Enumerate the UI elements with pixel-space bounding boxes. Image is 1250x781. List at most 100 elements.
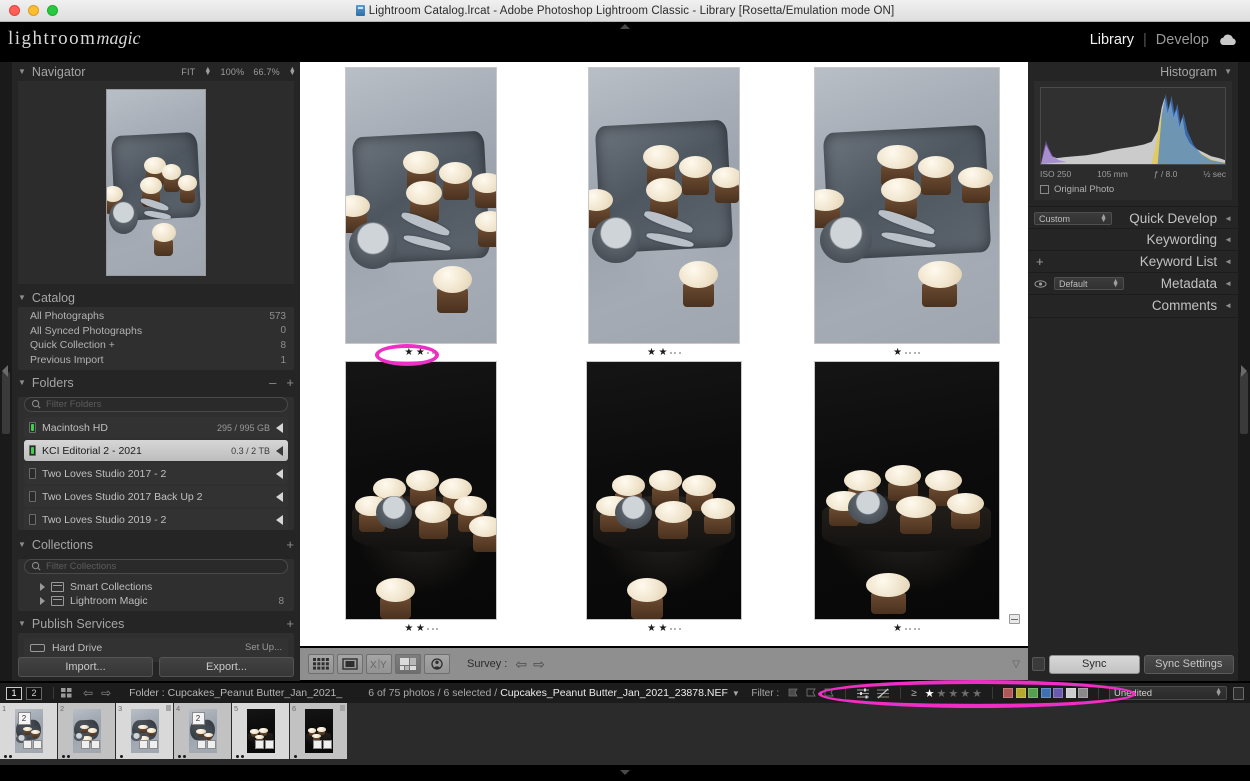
filmstrip[interactable]: 1 2 2 3 4 2 5 6 — [0, 703, 1250, 765]
sort-descending-icon[interactable] — [876, 688, 890, 699]
star-3-icon[interactable]: ★ — [948, 687, 958, 700]
add-collection-button[interactable]: + — [286, 537, 294, 552]
folder-expand-icon[interactable] — [276, 422, 283, 433]
folder-row-macintosh-hd[interactable]: Macintosh HD 295 / 995 GB — [24, 417, 288, 439]
filmstrip-thumbnail[interactable] — [72, 709, 101, 753]
bottom-panel-toggle[interactable] — [620, 770, 630, 775]
module-library[interactable]: Library — [1090, 32, 1134, 48]
import-button[interactable]: Import... — [18, 657, 153, 677]
color-label-filters[interactable] — [1003, 688, 1088, 698]
rating-filter-stars[interactable]: ★ ★ ★ ★ ★ — [925, 687, 982, 700]
navigator-preview[interactable] — [18, 81, 294, 284]
left-panel-collapse-icon[interactable] — [2, 365, 8, 377]
rating-stars[interactable]: ★ — [893, 624, 921, 634]
chevron-down-icon[interactable]: ▼ — [18, 540, 26, 549]
people-view-icon[interactable] — [424, 654, 450, 674]
folder-expand-icon[interactable] — [276, 514, 283, 525]
module-picker[interactable]: Library | Develop — [1090, 32, 1238, 48]
chevron-down-icon[interactable]: ▼ — [18, 293, 26, 302]
filmstrip-badges[interactable] — [22, 740, 42, 749]
folder-row-two-loves-2017-backup[interactable]: Two Loves Studio 2017 Back Up 2 — [24, 486, 288, 508]
color-label-blue[interactable] — [1040, 688, 1051, 698]
zoom-custom[interactable]: 66.7% — [253, 67, 280, 77]
color-label-green[interactable] — [1028, 688, 1038, 698]
thumbnail-image[interactable] — [345, 361, 498, 620]
filmstrip-badges[interactable] — [312, 740, 332, 749]
add-folder-button[interactable]: + — [286, 375, 294, 390]
thumbnail-image[interactable] — [813, 67, 1000, 344]
color-label-purple[interactable] — [1053, 688, 1063, 698]
filmstrip-thumbnail[interactable] — [130, 709, 159, 753]
sync-switch-icon[interactable] — [1032, 657, 1045, 671]
grid-cell[interactable]: ★ — [785, 358, 1028, 646]
filmstrip-badges[interactable] — [138, 740, 158, 749]
toolbar-options-icon[interactable]: ▽ — [1012, 659, 1020, 670]
keywording-header[interactable]: Keywording ◄ — [1028, 228, 1238, 250]
quick-develop-header[interactable]: Custom ▲ ▼ Quick Develop ◄ — [1028, 206, 1238, 228]
flag-unflagged-icon[interactable] — [805, 687, 817, 699]
filmstrip-thumbnail[interactable] — [304, 709, 333, 753]
stepper-icon[interactable]: ▲ ▼ — [1100, 213, 1107, 224]
filmstrip-badges[interactable] — [196, 740, 216, 749]
module-develop[interactable]: Develop — [1156, 32, 1209, 48]
left-panel-scrollbar[interactable] — [2, 372, 10, 434]
rating-stars[interactable]: ★ ★ — [404, 624, 439, 634]
filmstrip-item[interactable]: 4 2 — [174, 703, 231, 759]
chevron-left-icon[interactable]: ◄ — [1224, 301, 1232, 310]
quick-develop-preset-select[interactable]: Custom ▲ ▼ — [1034, 212, 1112, 225]
add-publish-service-button[interactable]: + — [286, 616, 294, 631]
remove-folder-button[interactable]: – — [269, 375, 286, 390]
publish-services-header[interactable]: ▼ Publish Services + — [12, 614, 300, 634]
stack-count-badge[interactable]: 2 — [191, 712, 205, 725]
thumbnail-image[interactable] — [585, 361, 742, 620]
zoom-fit[interactable]: FIT — [181, 67, 195, 77]
grid-icon[interactable] — [61, 687, 73, 699]
cloud-sync-icon[interactable] — [1218, 33, 1238, 47]
filmstrip-thumbnail[interactable]: 2 — [188, 709, 217, 753]
chevron-right-icon[interactable] — [40, 597, 45, 606]
export-button[interactable]: Export... — [159, 657, 294, 677]
loupe-view-icon[interactable] — [337, 654, 363, 674]
filmstrip-thumbnail[interactable] — [246, 709, 275, 753]
histogram-header[interactable]: Histogram ▼ — [1028, 62, 1238, 81]
rating-stars[interactable]: ★ ★ — [647, 348, 681, 358]
collection-row-lightroom-magic[interactable]: Lightroom Magic 8 — [18, 595, 294, 611]
catalog-header[interactable]: ▼ Catalog — [12, 288, 300, 307]
chevron-down-icon[interactable]: ▼ — [1224, 67, 1232, 76]
filmstrip-item[interactable]: 5 — [232, 703, 289, 759]
crop-badge-icon[interactable] — [1009, 614, 1020, 624]
top-panel-toggle[interactable] — [620, 24, 630, 29]
page-1-button[interactable]: 1 — [6, 686, 22, 700]
chevron-down-icon[interactable]: ▼ — [732, 689, 740, 698]
filter-preset-select[interactable]: Unedited ▲ ▼ — [1109, 686, 1227, 700]
current-filename[interactable]: Cupcakes_Peanut Butter_Jan_2021_23878.NE… — [500, 687, 728, 699]
grid-cell[interactable]: ★ ★ — [543, 358, 786, 646]
grid-cell[interactable]: ★ — [785, 62, 1028, 358]
color-label-white[interactable] — [1065, 688, 1076, 698]
rating-stars[interactable]: ★ — [893, 348, 921, 358]
arrow-left-icon[interactable]: ⇦ — [515, 656, 527, 673]
chevron-left-icon[interactable]: ◄ — [1224, 214, 1232, 223]
filmstrip-item[interactable]: 6 — [290, 703, 347, 759]
identity-plate[interactable]: lightroommagic — [8, 28, 140, 50]
original-photo-toggle[interactable]: Original Photo — [1040, 184, 1226, 195]
comments-header[interactable]: Comments ◄ — [1028, 294, 1238, 316]
metadata-preset-select[interactable]: Default ▲ ▼ — [1054, 277, 1124, 290]
navigator-zoom-controls[interactable]: FIT ▲ ▼ 100% 66.7% ▲ ▼ — [181, 66, 296, 77]
folder-expand-icon[interactable] — [276, 491, 283, 502]
folder-expand-icon[interactable] — [276, 445, 283, 456]
filmstrip-item[interactable]: 1 2 — [0, 703, 57, 759]
folder-row-two-loves-2019[interactable]: Two Loves Studio 2019 - 2 — [24, 509, 288, 531]
zoom-custom-stepper-icon[interactable]: ▲ ▼ — [289, 66, 296, 77]
folders-filter-input[interactable]: Filter Folders — [24, 397, 288, 413]
metadata-eye-icon[interactable] — [1034, 279, 1047, 289]
arrow-right-icon[interactable]: ⇨ — [101, 686, 111, 700]
zoom-100[interactable]: 100% — [221, 67, 245, 77]
chevron-right-icon[interactable] — [40, 583, 45, 592]
grid-view[interactable]: ★ ★ ★ ★ ★ ★ ★ ★ ★ ★ — [300, 62, 1028, 646]
arrow-right-icon[interactable]: ⇨ — [533, 656, 545, 673]
flag-pick-icon[interactable] — [787, 687, 799, 699]
publish-setup-link[interactable]: Set Up... — [245, 642, 282, 653]
thumbnail-image[interactable] — [587, 67, 740, 344]
grid-cell[interactable]: ★ ★ — [300, 358, 543, 646]
